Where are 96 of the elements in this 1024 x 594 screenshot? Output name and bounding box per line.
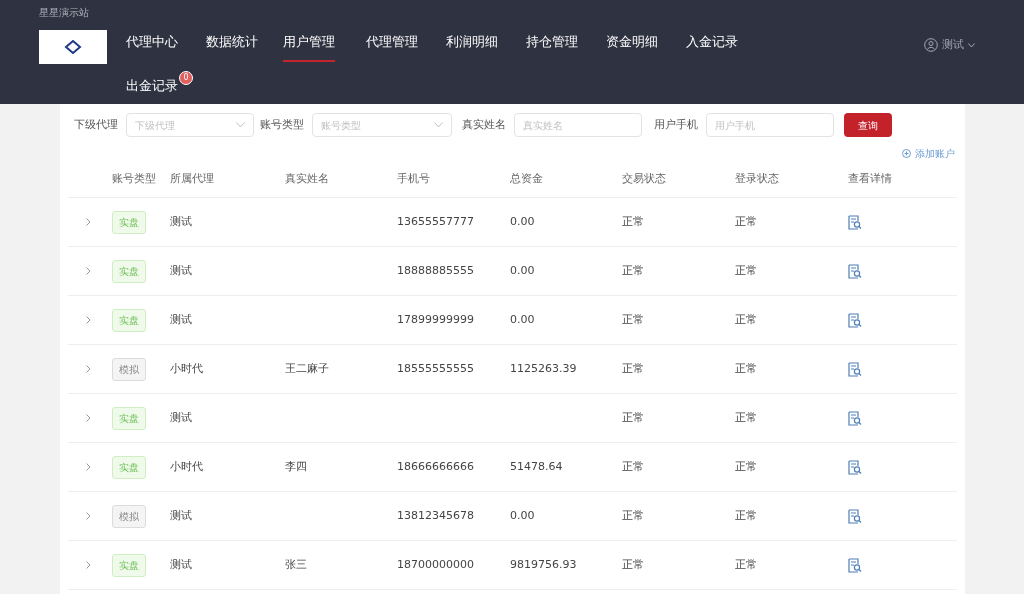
nav-tab[interactable]: 入金记录 bbox=[686, 26, 738, 62]
table-cell: 正常 bbox=[735, 361, 757, 375]
account-type-tag: 实盘 bbox=[112, 308, 146, 332]
column-header: 交易状态 bbox=[622, 171, 667, 188]
document-search-icon[interactable] bbox=[848, 508, 862, 524]
expand-chevron-icon[interactable] bbox=[86, 267, 91, 275]
user-icon bbox=[924, 38, 938, 53]
table-cell: 正常 bbox=[622, 361, 644, 375]
column-header: 手机号 bbox=[397, 171, 431, 188]
account-type-tag: 实盘 bbox=[112, 210, 146, 234]
nav-tab[interactable]: 代理中心 bbox=[126, 26, 178, 62]
chevron-down-icon bbox=[236, 122, 245, 128]
chevron-down-icon bbox=[968, 42, 975, 48]
table-cell: 0.00 bbox=[510, 312, 535, 326]
expand-chevron-icon[interactable] bbox=[86, 414, 91, 422]
table-cell: 0.00 bbox=[510, 508, 535, 522]
table-cell: 正常 bbox=[735, 508, 757, 522]
table-cell: 18700000000 bbox=[397, 557, 474, 571]
table-cell: 18555555555 bbox=[397, 361, 474, 375]
table-cell: 正常 bbox=[735, 263, 757, 277]
table-cell: 13655557777 bbox=[397, 214, 474, 228]
table-cell: 51478.64 bbox=[510, 459, 563, 473]
nav-tab[interactable]: 持仓管理 bbox=[526, 26, 578, 62]
expand-chevron-icon[interactable] bbox=[86, 561, 91, 569]
table-cell: 18666666666 bbox=[397, 459, 474, 473]
table-cell: 小时代 bbox=[170, 361, 203, 375]
expand-chevron-icon[interactable] bbox=[86, 316, 91, 324]
nav-tab[interactable]: 出金记录 bbox=[126, 70, 178, 106]
table-cell: 测试 bbox=[170, 214, 192, 228]
query-button[interactable]: 查询 bbox=[844, 113, 892, 137]
column-header: 真实姓名 bbox=[285, 171, 330, 188]
column-header: 总资金 bbox=[510, 171, 544, 188]
filter-label: 真实姓名 bbox=[462, 116, 506, 133]
table-cell: 正常 bbox=[622, 312, 644, 326]
document-search-icon[interactable] bbox=[848, 361, 862, 377]
account-type-tag: 实盘 bbox=[112, 259, 146, 283]
table-cell: 17899999999 bbox=[397, 312, 474, 326]
table-cell: 正常 bbox=[622, 508, 644, 522]
column-header: 所属代理 bbox=[170, 171, 215, 188]
expand-chevron-icon[interactable] bbox=[86, 463, 91, 471]
column-header: 查看详情 bbox=[848, 171, 893, 188]
document-search-icon[interactable] bbox=[848, 410, 862, 426]
account-type-tag: 模拟 bbox=[112, 504, 146, 528]
nav-tab[interactable]: 利润明细 bbox=[446, 26, 498, 62]
table-cell: 正常 bbox=[622, 459, 644, 473]
filter-label: 下级代理 bbox=[74, 116, 118, 133]
account-type-tag: 实盘 bbox=[112, 553, 146, 577]
table-cell: 正常 bbox=[622, 410, 644, 424]
document-search-icon[interactable] bbox=[848, 459, 862, 475]
document-search-icon[interactable] bbox=[848, 263, 862, 279]
table-cell: 正常 bbox=[622, 214, 644, 228]
table-cell: 正常 bbox=[622, 557, 644, 571]
table-cell: 测试 bbox=[170, 410, 192, 424]
nav-tab[interactable]: 代理管理 bbox=[366, 26, 418, 62]
user-menu[interactable]: 测试 bbox=[924, 37, 975, 54]
table-cell: 9819756.93 bbox=[510, 557, 577, 571]
table-cell: 正常 bbox=[622, 263, 644, 277]
table-cell: 13812345678 bbox=[397, 508, 474, 522]
table-cell: 0.00 bbox=[510, 214, 535, 228]
filter-label: 账号类型 bbox=[260, 116, 304, 133]
nav-tab[interactable]: 资金明细 bbox=[606, 26, 658, 62]
expand-chevron-icon[interactable] bbox=[86, 218, 91, 226]
column-header: 账号类型 bbox=[112, 171, 157, 188]
table-cell: 王二麻子 bbox=[285, 361, 329, 375]
table-cell: 测试 bbox=[170, 557, 192, 571]
table-cell: 张三 bbox=[285, 557, 307, 571]
table-cell: 正常 bbox=[735, 410, 757, 424]
table-cell: 1125263.39 bbox=[510, 361, 577, 375]
notification-badge: 0 bbox=[179, 71, 193, 85]
site-name: 星星演示站 bbox=[39, 6, 89, 20]
table-cell: 0.00 bbox=[510, 263, 535, 277]
table-cell: 正常 bbox=[735, 557, 757, 571]
plus-circle-icon bbox=[902, 148, 911, 158]
nav-tab[interactable]: 数据统计 bbox=[206, 26, 258, 62]
document-search-icon[interactable] bbox=[848, 312, 862, 328]
logo[interactable] bbox=[39, 30, 107, 64]
nav-tab[interactable]: 用户管理 bbox=[283, 26, 335, 62]
table-cell: 正常 bbox=[735, 214, 757, 228]
table-cell: 测试 bbox=[170, 312, 192, 326]
expand-chevron-icon[interactable] bbox=[86, 512, 91, 520]
table-cell: 李四 bbox=[285, 459, 307, 473]
filter-label: 用户手机 bbox=[654, 116, 698, 133]
chevron-down-icon bbox=[434, 122, 443, 128]
document-search-icon[interactable] bbox=[848, 557, 862, 573]
table-cell: 正常 bbox=[735, 459, 757, 473]
column-header: 登录状态 bbox=[735, 171, 780, 188]
account-type-tag: 模拟 bbox=[112, 357, 146, 381]
document-search-icon[interactable] bbox=[848, 214, 862, 230]
expand-chevron-icon[interactable] bbox=[86, 365, 91, 373]
table-cell: 测试 bbox=[170, 508, 192, 522]
table-cell: 小时代 bbox=[170, 459, 203, 473]
account-type-tag: 实盘 bbox=[112, 406, 146, 430]
table-cell: 18888885555 bbox=[397, 263, 474, 277]
account-type-tag: 实盘 bbox=[112, 455, 146, 479]
table-cell: 测试 bbox=[170, 263, 192, 277]
table-cell: 正常 bbox=[735, 312, 757, 326]
